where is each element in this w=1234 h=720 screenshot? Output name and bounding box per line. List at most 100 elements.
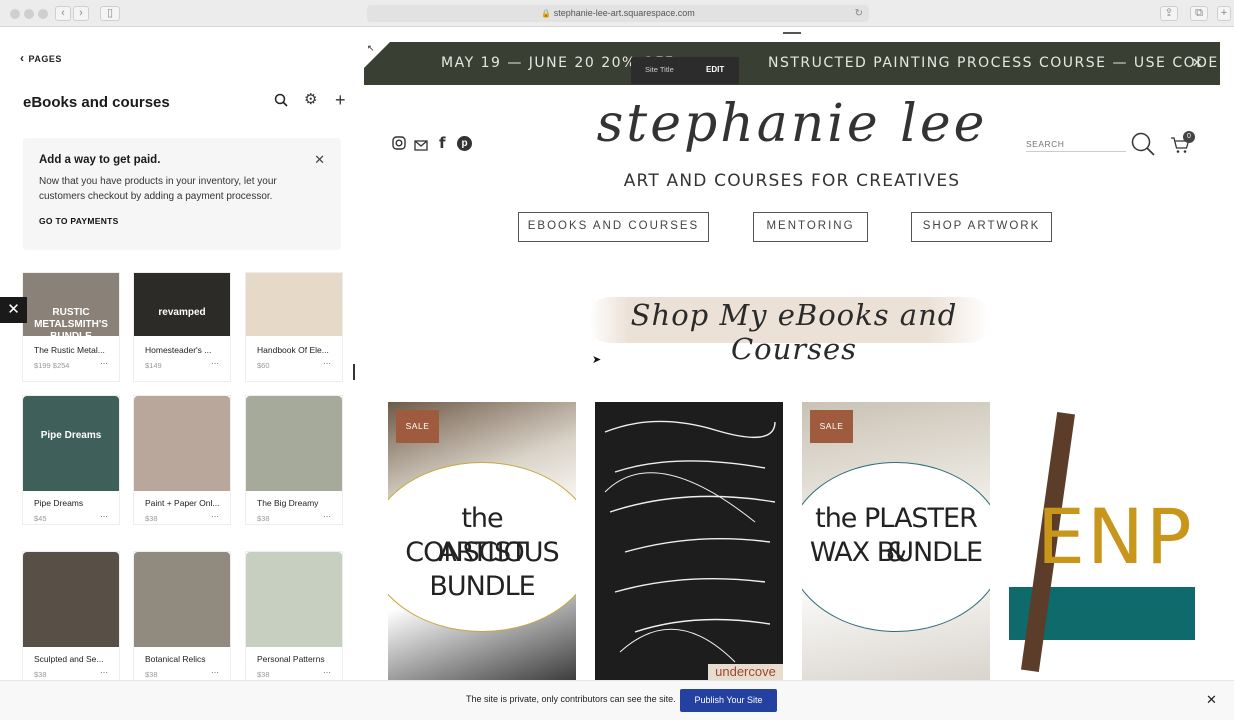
browser-toolbar: ‹ › ▯ 🔒 stephanie-lee-art.squarespace.co… [0,0,1234,27]
product-thumbnail: revamped [134,273,230,336]
product-tile[interactable]: The Big Dreamy $38 ⋯ [246,396,342,524]
add-icon[interactable]: + [335,90,346,111]
product-tile[interactable]: Sculpted and Se... $38 ⋯ [23,552,119,680]
reload-icon[interactable]: ↻ [855,5,863,22]
new-tab-button[interactable]: + [1217,6,1231,21]
back-to-pages-link[interactable]: ‹ PAGES [20,51,62,65]
drag-handle[interactable] [783,32,801,34]
more-options-icon[interactable]: ⋯ [211,359,219,368]
site-preview: MAY 19 — JUNE 20 20% OFF NSTRUCTED PAINT… [364,42,1220,680]
product-thumbnail-text: RUSTIC METALSMITH'S BUNDLE [34,307,108,336]
product-cover-conscious-artist[interactable]: SALE the CONSCIOUS ARTIST BUNDLE [388,402,576,680]
minimize-window-button[interactable] [24,9,34,19]
site-tagline: ART AND COURSES FOR CREATIVES [623,171,961,191]
product-tile[interactable]: Paint + Paper Onl... $38 ⋯ [134,396,230,524]
more-options-icon[interactable]: ⋯ [323,359,331,368]
product-name: Handbook Of Ele... [257,345,329,355]
product-name: Botanical Relics [145,654,206,664]
product-price: $38 [145,514,158,523]
payment-notice-body: Now that you have products in your inven… [39,176,277,202]
product-price: $38 [145,670,158,679]
nav-ebooks-and-courses[interactable]: EBOOKS AND COURSES [518,212,709,242]
site-title-toolbar: Site Title EDIT [631,57,739,84]
product-price: $38 [257,514,270,523]
product-price: $149 [145,361,162,370]
product-cover-plaster-wax[interactable]: SALE the PLASTER & WAX BUNDLE [802,402,990,680]
search-input[interactable] [1026,136,1126,152]
search-icon[interactable] [274,93,288,111]
product-tile[interactable]: Pipe Dreams Pipe Dreams $45 ⋯ [23,396,119,524]
edit-button[interactable]: EDIT [706,65,724,74]
product-thumbnail: RUSTIC METALSMITH'S BUNDLE [23,273,119,336]
forward-button[interactable]: › [73,6,89,21]
product-cover-encaustic[interactable]: ENPI [1009,402,1197,680]
product-tile[interactable]: Botanical Relics $38 ⋯ [134,552,230,680]
publish-site-button[interactable]: Publish Your Site [680,689,777,712]
product-thumbnail-text: Pipe Dreams [40,430,102,441]
product-price: $60 [257,361,270,370]
more-options-icon[interactable]: ⋯ [323,668,331,677]
announcement-bar[interactable]: MAY 19 — JUNE 20 20% OFF NSTRUCTED PAINT… [364,42,1220,85]
more-options-icon[interactable]: ⋯ [211,668,219,677]
banner-text-right: NSTRUCTED PAINTING PROCESS COURSE — USE … [768,55,1220,71]
more-options-icon[interactable]: ⋯ [211,512,219,521]
more-options-icon[interactable]: ⋯ [323,512,331,521]
page-editor-panel: ‹ PAGES eBooks and courses ⚙ + Add a way … [0,27,355,720]
address-bar[interactable]: 🔒 stephanie-lee-art.squarespace.com ↻ [367,5,869,22]
cart-count-badge: 0 [1183,131,1195,143]
payment-notice-heading: Add a way to get paid. [39,154,161,166]
product-price: $199 $254 [34,361,70,370]
private-site-notice-bar: The site is private, only contributors c… [0,680,1234,720]
product-name: Sculpted and Se... [34,654,104,664]
product-name: Paint + Paper Onl... [145,498,220,508]
close-icon[interactable]: ✕ [1192,42,1204,85]
product-tile[interactable]: revamped Homesteader's ... $149 ⋯ [134,273,230,381]
product-name: The Rustic Metal... [34,345,105,355]
close-icon[interactable]: ✕ [314,152,325,168]
product-thumbnail: Pipe Dreams [23,396,119,491]
product-thumbnail [134,552,230,647]
product-thumbnail [23,552,119,647]
more-options-icon[interactable]: ⋯ [100,668,108,677]
site-title-label: Site Title [645,65,674,74]
product-tile[interactable]: RUSTIC METALSMITH'S BUNDLE The Rustic Met… [23,273,119,381]
product-thumbnail [134,396,230,491]
chevron-left-icon: ‹ [20,51,25,65]
nav-mentoring[interactable]: MENTORING [753,212,868,242]
gear-icon[interactable]: ⚙ [304,90,317,108]
section-heading: Shop My eBooks and Courses [630,298,958,366]
search-icon[interactable] [1131,132,1155,161]
private-site-message: The site is private, only contributors c… [466,694,676,704]
panel-resize-handle[interactable] [353,364,355,380]
lock-icon: 🔒 [541,9,552,18]
sidebar-toggle-icon[interactable]: ▯ [100,6,120,21]
product-price: $38 [257,670,270,679]
back-button[interactable]: ‹ [55,6,71,21]
product-thumbnail [246,552,342,647]
product-name: Personal Patterns [257,654,325,664]
product-tile[interactable]: Personal Patterns $38 ⋯ [246,552,342,680]
sale-badge: SALE [810,410,853,443]
zoom-window-button[interactable] [38,9,48,19]
tabs-overview-icon[interactable]: ⧉ [1190,6,1208,21]
product-tile[interactable]: Handbook Of Ele... $60 ⋯ [246,273,342,381]
handwritten-text-art [604,420,776,663]
close-window-button[interactable] [10,9,20,19]
product-cover-undercover[interactable]: undercove [595,402,783,680]
close-panel-button[interactable]: ✕ [0,297,27,323]
close-icon[interactable]: ✕ [1206,692,1217,708]
payment-notice-card: Add a way to get paid. Now that you have… [23,138,341,250]
cover-title-line1: ENPI [1037,492,1197,581]
product-name: Pipe Dreams [34,498,84,508]
address-bar-text: stephanie-lee-art.squarespace.com [553,8,695,18]
share-icon[interactable]: ⇪ [1160,6,1178,21]
more-options-icon[interactable]: ⋯ [100,359,108,368]
go-to-payments-link[interactable]: GO TO PAYMENTS [39,216,119,226]
product-thumbnail-text: revamped [158,307,206,318]
product-name: Homesteader's ... [145,345,212,355]
product-thumbnail [246,396,342,491]
product-name: The Big Dreamy [257,498,319,508]
cover-title-line2: WAX BUNDLE [809,537,983,568]
nav-shop-artwork[interactable]: SHOP ARTWORK [911,212,1052,242]
more-options-icon[interactable]: ⋯ [100,512,108,521]
